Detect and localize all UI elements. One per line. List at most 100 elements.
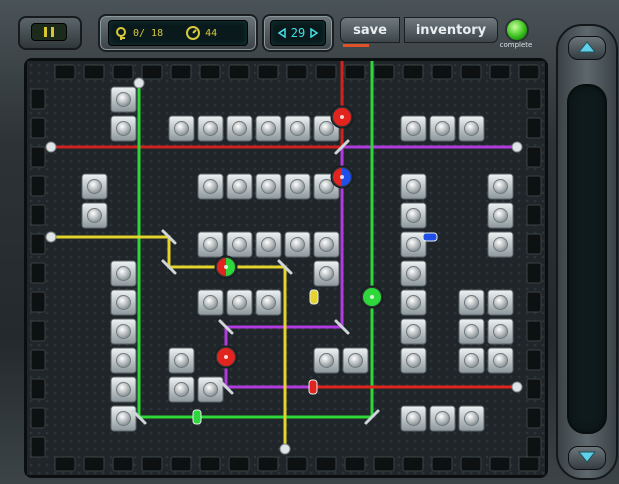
receiver-red[interactable] xyxy=(214,345,238,369)
edge-slot xyxy=(286,456,308,472)
complete-led-icon xyxy=(505,18,529,42)
tile-knob xyxy=(290,237,305,252)
edge-slot xyxy=(431,456,453,472)
tile-knob xyxy=(493,208,508,223)
edge-slot xyxy=(315,456,337,472)
edge-slot xyxy=(30,291,46,313)
edge-slot xyxy=(228,456,250,472)
tile-knob xyxy=(348,353,363,368)
tile-knob xyxy=(493,324,508,339)
save-label: save xyxy=(353,22,387,38)
edge-slot xyxy=(518,64,540,80)
edge-slot xyxy=(460,64,482,80)
tile-knob xyxy=(435,121,450,136)
edge-slot xyxy=(30,233,46,255)
edge-slot xyxy=(489,64,511,80)
tile-knob xyxy=(319,179,334,194)
right-arrow-icon[interactable] xyxy=(310,28,319,38)
tile-knob xyxy=(464,411,479,426)
edge-slot xyxy=(30,436,46,458)
tile-knob xyxy=(116,411,131,426)
key-icon xyxy=(116,27,126,40)
edge-slot xyxy=(526,146,542,168)
board-canvas[interactable] xyxy=(27,61,545,475)
tile-knob xyxy=(116,92,131,107)
emitter-icon xyxy=(279,443,291,455)
edge-slot xyxy=(526,320,542,342)
tile-knob xyxy=(116,324,131,339)
inventory-slot[interactable] xyxy=(567,84,607,434)
moves-used: 0/ xyxy=(133,27,146,39)
scroll-up-button[interactable] xyxy=(568,36,606,60)
filter-icon[interactable] xyxy=(309,289,319,305)
edge-slot xyxy=(30,349,46,371)
pause-button[interactable] xyxy=(18,16,82,50)
moves-total: 18 xyxy=(151,27,164,39)
tile-knob xyxy=(406,324,421,339)
edge-slot xyxy=(526,233,542,255)
filter-icon[interactable] xyxy=(192,409,202,425)
tile-knob xyxy=(406,353,421,368)
up-arrow-icon xyxy=(578,41,596,53)
edge-slot xyxy=(526,204,542,226)
save-button[interactable]: save xyxy=(340,17,400,43)
edge-slot xyxy=(526,262,542,284)
emitter-icon xyxy=(45,231,57,243)
tile-knob xyxy=(290,121,305,136)
game-board[interactable] xyxy=(24,58,548,478)
tile-knob xyxy=(406,179,421,194)
tile-knob xyxy=(406,266,421,281)
receiver-red-blue[interactable] xyxy=(330,165,354,189)
tile-knob xyxy=(116,266,131,281)
tile-knob xyxy=(116,295,131,310)
tile-knob xyxy=(203,179,218,194)
tile-knob xyxy=(406,208,421,223)
game-frame: 0/ 18 44 29 save inventory complete xyxy=(0,0,619,484)
down-arrow-icon xyxy=(578,451,596,463)
edge-slot xyxy=(54,64,76,80)
tile-knob xyxy=(203,121,218,136)
tile-knob xyxy=(464,324,479,339)
receiver-red[interactable] xyxy=(330,105,354,129)
inventory-button[interactable]: inventory xyxy=(404,17,498,43)
edge-slot xyxy=(141,64,163,80)
tile-knob xyxy=(174,382,189,397)
edge-slot xyxy=(54,456,76,472)
tile-knob xyxy=(319,266,334,281)
receiver-red-green[interactable] xyxy=(214,255,238,279)
edge-slot xyxy=(286,64,308,80)
edge-slot xyxy=(30,117,46,139)
tile-knob xyxy=(464,121,479,136)
inventory-label: inventory xyxy=(415,22,487,38)
inventory-panel xyxy=(556,24,618,480)
tile-knob xyxy=(319,353,334,368)
tile-knob xyxy=(406,237,421,252)
edge-slot xyxy=(30,320,46,342)
tile-knob xyxy=(406,121,421,136)
tile-knob xyxy=(116,353,131,368)
edge-slot xyxy=(373,64,395,80)
tile-knob xyxy=(319,121,334,136)
filter-icon[interactable] xyxy=(308,379,318,395)
tile-knob xyxy=(203,237,218,252)
edge-slot xyxy=(344,456,366,472)
edge-slot xyxy=(518,456,540,472)
tile-knob xyxy=(261,295,276,310)
receiver-green[interactable] xyxy=(360,285,384,309)
edge-slot xyxy=(170,64,192,80)
emitter-icon xyxy=(45,141,57,153)
edge-slot xyxy=(199,64,221,80)
filter-icon[interactable] xyxy=(422,232,438,242)
tile-knob xyxy=(232,237,247,252)
tile-knob xyxy=(406,295,421,310)
stats-display: 0/ 18 44 xyxy=(108,20,248,46)
tile-knob xyxy=(232,295,247,310)
left-arrow-icon[interactable] xyxy=(277,28,286,38)
edge-slot xyxy=(526,436,542,458)
tile-knob xyxy=(261,121,276,136)
edge-slot xyxy=(141,456,163,472)
tile-knob xyxy=(464,353,479,368)
tile-knob xyxy=(174,121,189,136)
edge-slot xyxy=(30,88,46,110)
scroll-down-button[interactable] xyxy=(568,446,606,470)
